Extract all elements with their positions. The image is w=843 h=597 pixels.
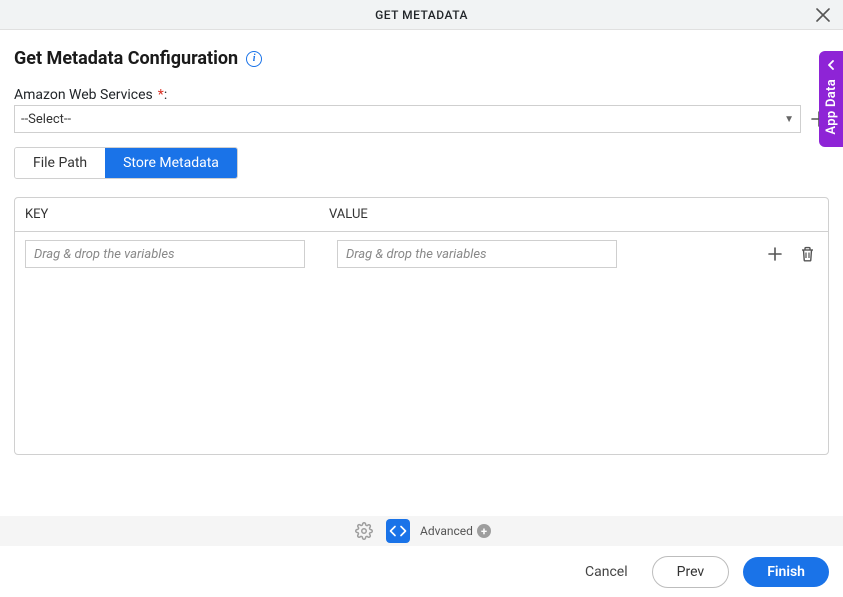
config-tabs: File Path Store Metadata: [14, 147, 238, 179]
info-icon[interactable]: i: [246, 51, 262, 67]
connection-label: Amazon Web Services * :: [14, 87, 829, 103]
page-title: Get Metadata Configuration: [14, 48, 238, 69]
dialog-header: GET METADATA: [0, 0, 843, 30]
kv-value-input[interactable]: [337, 240, 617, 268]
chevron-left-icon: [827, 59, 835, 73]
page-title-row: Get Metadata Configuration i: [14, 48, 829, 69]
advanced-label-text: Advanced: [420, 524, 473, 538]
connection-label-text: Amazon Web Services: [14, 87, 153, 103]
connection-select[interactable]: --Select-- ▼: [14, 105, 801, 133]
tab-store-metadata[interactable]: Store Metadata: [105, 148, 237, 178]
connection-row: --Select-- ▼: [14, 105, 829, 133]
delete-row-icon[interactable]: [796, 243, 818, 265]
app-data-label: App Data: [824, 79, 839, 135]
kv-header: KEY VALUE: [15, 198, 828, 232]
kv-key-input[interactable]: [25, 240, 305, 268]
connection-select-value: --Select--: [21, 112, 784, 127]
finish-button[interactable]: Finish: [743, 557, 829, 587]
label-colon: :: [164, 87, 167, 103]
dialog-title: GET METADATA: [375, 8, 468, 22]
tab-file-path[interactable]: File Path: [15, 148, 105, 178]
dialog-content: Get Metadata Configuration i Amazon Web …: [0, 30, 843, 455]
add-row-icon[interactable]: [764, 243, 786, 265]
code-view-icon[interactable]: [386, 519, 410, 543]
kv-row: [15, 232, 828, 276]
plus-circle-icon: +: [477, 524, 491, 538]
cancel-button[interactable]: Cancel: [575, 558, 638, 586]
footer-tools: Advanced +: [0, 516, 843, 546]
kv-panel: KEY VALUE: [14, 197, 829, 455]
kv-col-value-header: VALUE: [329, 207, 818, 222]
advanced-toggle[interactable]: Advanced +: [420, 524, 491, 538]
kv-col-key-header: KEY: [25, 207, 329, 222]
app-data-drawer-toggle[interactable]: App Data: [819, 51, 843, 147]
gear-icon[interactable]: [352, 519, 376, 543]
chevron-down-icon: ▼: [784, 114, 794, 125]
close-icon[interactable]: [813, 5, 833, 25]
footer-actions: Cancel Prev Finish: [0, 547, 843, 597]
prev-button[interactable]: Prev: [652, 556, 730, 588]
